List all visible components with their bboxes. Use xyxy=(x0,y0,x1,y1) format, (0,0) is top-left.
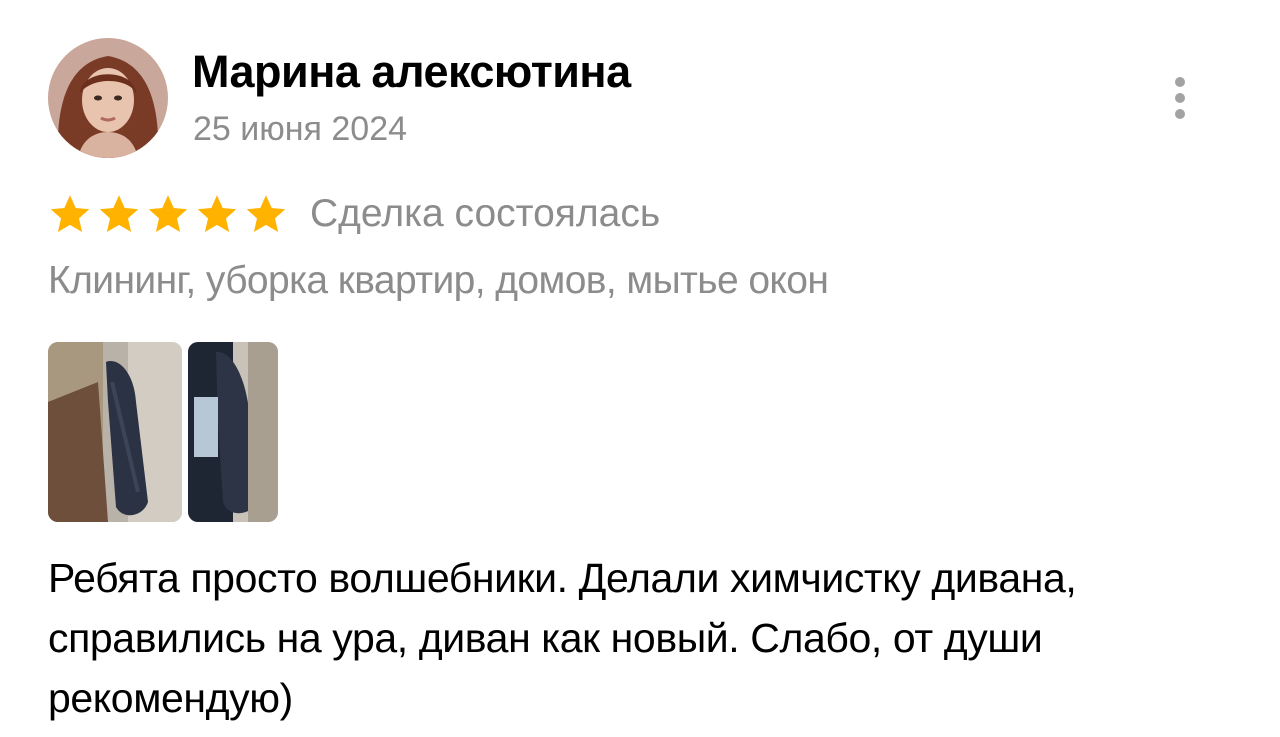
author-avatar[interactable] xyxy=(48,38,168,158)
star-icon xyxy=(197,195,237,232)
review-photos xyxy=(48,342,278,522)
sofa-before-photo xyxy=(48,342,182,522)
dot xyxy=(1175,93,1185,103)
user-photo-icon xyxy=(48,38,168,158)
review-text: Ребята просто волшебники. Делали химчист… xyxy=(48,555,1077,721)
star-icon xyxy=(246,195,286,232)
author-name[interactable]: Марина алексютина xyxy=(192,44,631,100)
rating-stars xyxy=(48,192,288,236)
review-card: Марина алексютина 25 июня 2024 Сделка со… xyxy=(0,0,1280,737)
more-options-button[interactable] xyxy=(1158,70,1202,126)
dot xyxy=(1175,109,1185,119)
review-date: 25 июня 2024 xyxy=(193,110,408,148)
review-photo-1[interactable] xyxy=(48,342,182,522)
rating-row: Сделка состоялась xyxy=(48,190,660,238)
service-name: Клининг, уборка квартир, домов, мытье ок… xyxy=(48,259,829,302)
star-icon xyxy=(50,195,90,232)
sofa-after-photo xyxy=(188,342,278,522)
deal-status: Сделка состоялась xyxy=(310,192,661,235)
vertical-dots-icon xyxy=(1175,77,1185,87)
star-icon xyxy=(99,195,139,232)
review-photo-2[interactable] xyxy=(188,342,278,522)
star-icon xyxy=(148,195,188,232)
